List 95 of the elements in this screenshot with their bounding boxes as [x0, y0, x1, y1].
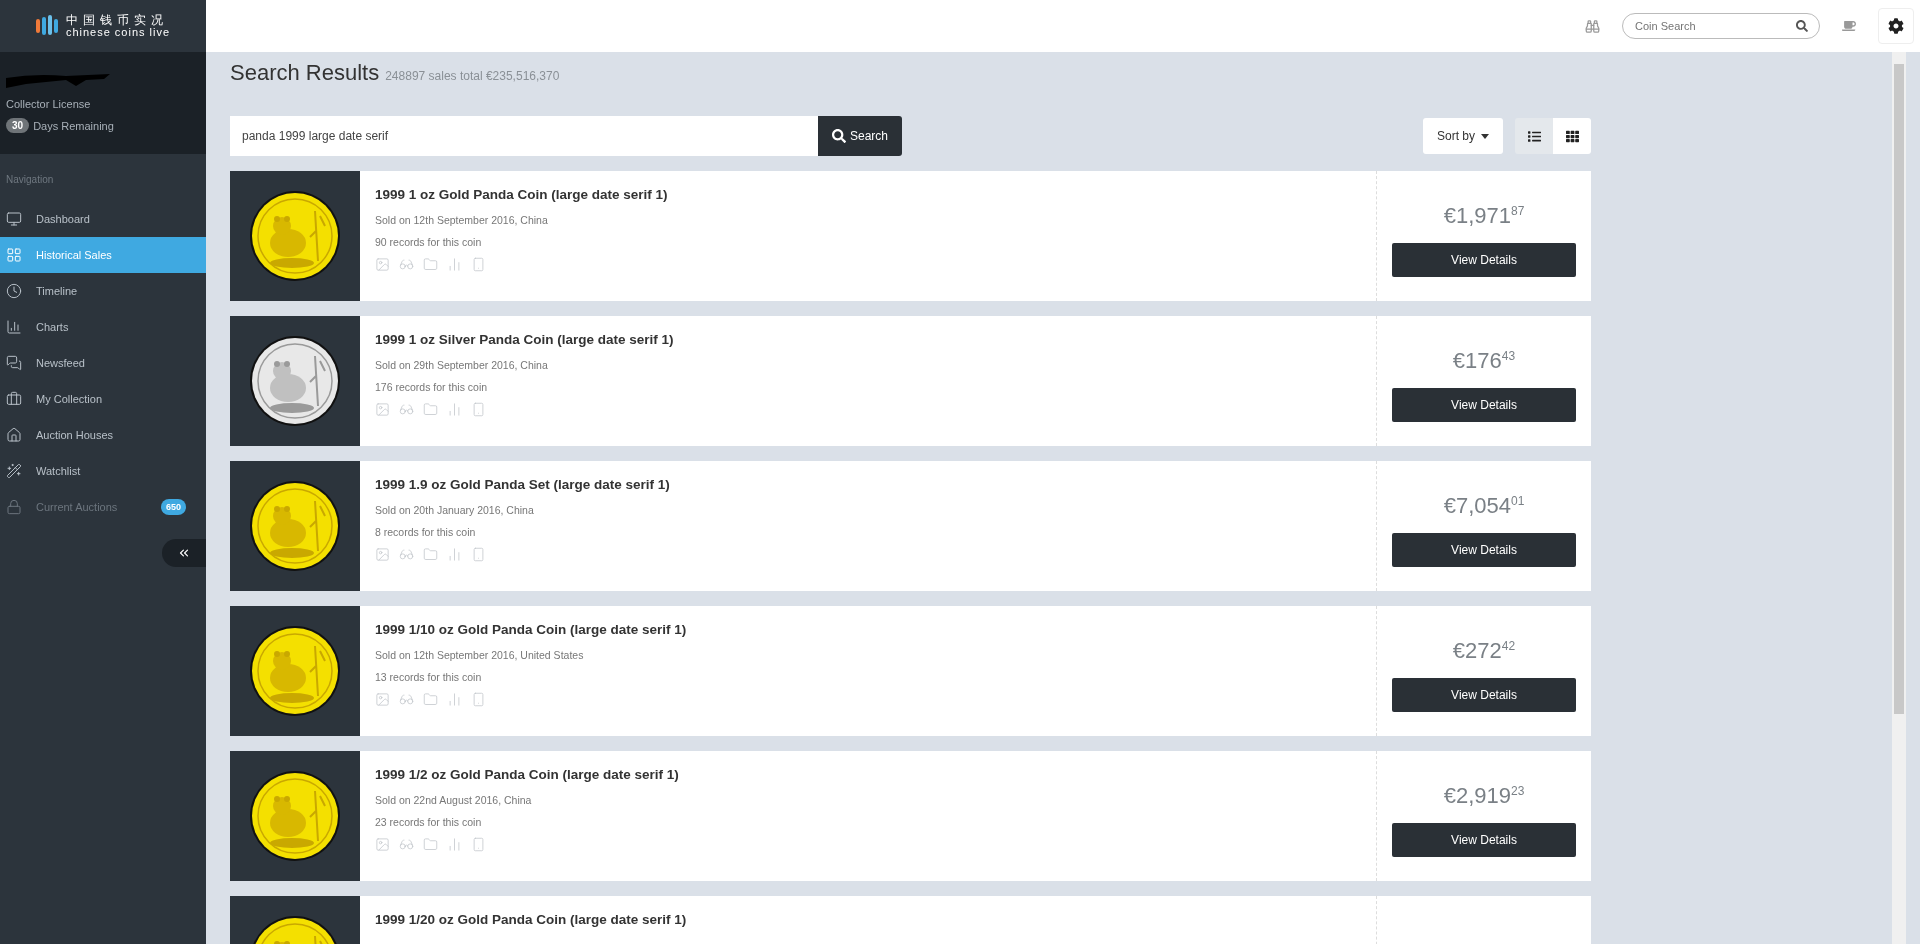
coin-title[interactable]: 1999 1.9 oz Gold Panda Set (large date serif 1) [375, 477, 670, 492]
records-count: 23 records for this coin [375, 816, 482, 828]
logo-icon [35, 15, 58, 37]
image-icon [375, 402, 390, 417]
folder-icon [423, 402, 438, 417]
bar-chart-icon [6, 319, 22, 335]
folder-icon [423, 547, 438, 562]
nav-item[interactable]: Dashboard [0, 201, 206, 237]
nav-item[interactable]: My Collection [0, 381, 206, 417]
view-details-button[interactable]: View Details [1392, 243, 1576, 277]
folder-icon [423, 257, 438, 272]
coin-title[interactable]: 1999 1 oz Silver Panda Coin (large date serif 1) [375, 332, 674, 347]
view-details-button[interactable]: View Details [1392, 533, 1576, 567]
coin-title[interactable]: 1999 1/2 oz Gold Panda Coin (large date serif 1) [375, 767, 679, 782]
monitor-icon [6, 211, 22, 227]
settings-button[interactable] [1878, 8, 1914, 44]
price: €7,054$^{01}$ [1443, 493, 1525, 519]
coin-title[interactable]: 1999 1/20 oz Gold Panda Coin (large date serif 1) [375, 912, 687, 927]
count-badge: 650 [160, 499, 186, 515]
image-icon [375, 257, 390, 272]
grid-view-button[interactable] [1553, 118, 1591, 154]
house-icon [6, 427, 22, 443]
grid-icon [6, 247, 22, 263]
phone-icon [471, 402, 486, 417]
bar-chart-icon [447, 837, 462, 852]
price: €272$^{42}$ [1452, 638, 1516, 664]
grid-icon [1565, 129, 1579, 143]
price: €1,971$^{87}$ [1443, 203, 1525, 229]
cup-icon[interactable] [1842, 19, 1856, 33]
sale-date: Sold on 12th September 2016, United States [375, 649, 584, 661]
clock-icon [6, 283, 22, 299]
folder-icon [423, 837, 438, 852]
nav-heading: Navigation [6, 174, 54, 185]
coin-search-field[interactable]: Coin Search [1622, 13, 1820, 39]
nav-item[interactable]: Watchlist [0, 453, 206, 489]
coin-title[interactable]: 1999 1/10 oz Gold Panda Coin (large date serif 1) [375, 622, 687, 637]
bar-chart-icon [447, 547, 462, 562]
glasses-icon [399, 257, 414, 272]
phone-icon [471, 257, 486, 272]
settings-icon [1888, 18, 1904, 34]
bar-chart-icon [447, 402, 462, 417]
folder-icon [423, 692, 438, 707]
bar-chart-icon [447, 257, 462, 272]
glasses-icon [399, 402, 414, 417]
search-button[interactable]: Search [818, 116, 902, 156]
glasses-icon [399, 547, 414, 562]
list-view-button[interactable] [1515, 118, 1553, 154]
binoculars-icon[interactable] [1585, 18, 1600, 34]
view-details-button[interactable]: View Details [1392, 388, 1576, 422]
phone-icon [471, 837, 486, 852]
search-icon [832, 129, 846, 143]
sale-date: Sold on 12th September 2016, China [375, 214, 548, 226]
nav-item[interactable]: Charts [0, 309, 206, 345]
phone-icon [471, 547, 486, 562]
glasses-icon [399, 837, 414, 852]
view-details-button[interactable]: View Details [1392, 678, 1576, 712]
price: €2,919$^{23}$ [1443, 783, 1525, 809]
image-icon [375, 547, 390, 562]
logo-text: chinese coins live [65, 26, 171, 39]
image-icon [375, 692, 390, 707]
records-count: 8 records for this coin [375, 526, 476, 538]
records-count: 13 records for this coin [375, 671, 482, 683]
bar-chart-icon [447, 692, 462, 707]
sale-date: Sold on 29th September 2016, China [375, 359, 548, 371]
scrollbar[interactable] [1892, 52, 1906, 944]
collapse-button[interactable] [162, 539, 206, 567]
sales-summary: 248897 sales total €235,516,370 [385, 69, 560, 83]
glasses-icon [399, 692, 414, 707]
chevrons-left-icon [177, 546, 191, 560]
days-label: Days Remaining [33, 119, 114, 132]
price: €176$^{43}$ [1452, 348, 1516, 374]
sale-date: Sold on 22nd August 2016, China [375, 794, 532, 806]
coin-title[interactable]: 1999 1 oz Gold Panda Coin (large date serif 1) [375, 187, 668, 202]
phone-icon [471, 692, 486, 707]
license-label: Collector License [6, 98, 92, 110]
lock-icon [6, 499, 22, 515]
chat-bubbles-icon [6, 355, 22, 371]
search-icon [1796, 20, 1808, 32]
wand-icon [6, 463, 22, 479]
briefcase-icon [6, 391, 22, 407]
list-icon [1527, 129, 1541, 143]
records-count: 90 records for this coin [375, 236, 482, 248]
page-title: Search Results [230, 60, 380, 86]
sort-button[interactable]: Sort by [1423, 118, 1503, 154]
logo-chinese-text: 中国钱币实况 [65, 13, 169, 27]
records-count: 176 records for this coin [375, 381, 488, 393]
image-icon [375, 837, 390, 852]
nav-item[interactable]: Auction Houses [0, 417, 206, 453]
caret-icon [1481, 133, 1489, 139]
nav-item[interactable]: Newsfeed [0, 345, 206, 381]
view-details-button[interactable]: View Details [1392, 823, 1576, 857]
days-count: 30 [6, 118, 30, 133]
sale-date: Sold on 20th January 2016, China [375, 504, 534, 516]
nav-item[interactable]: Timeline [0, 273, 206, 309]
query-field[interactable]: panda 1999 large date serif [230, 116, 818, 156]
